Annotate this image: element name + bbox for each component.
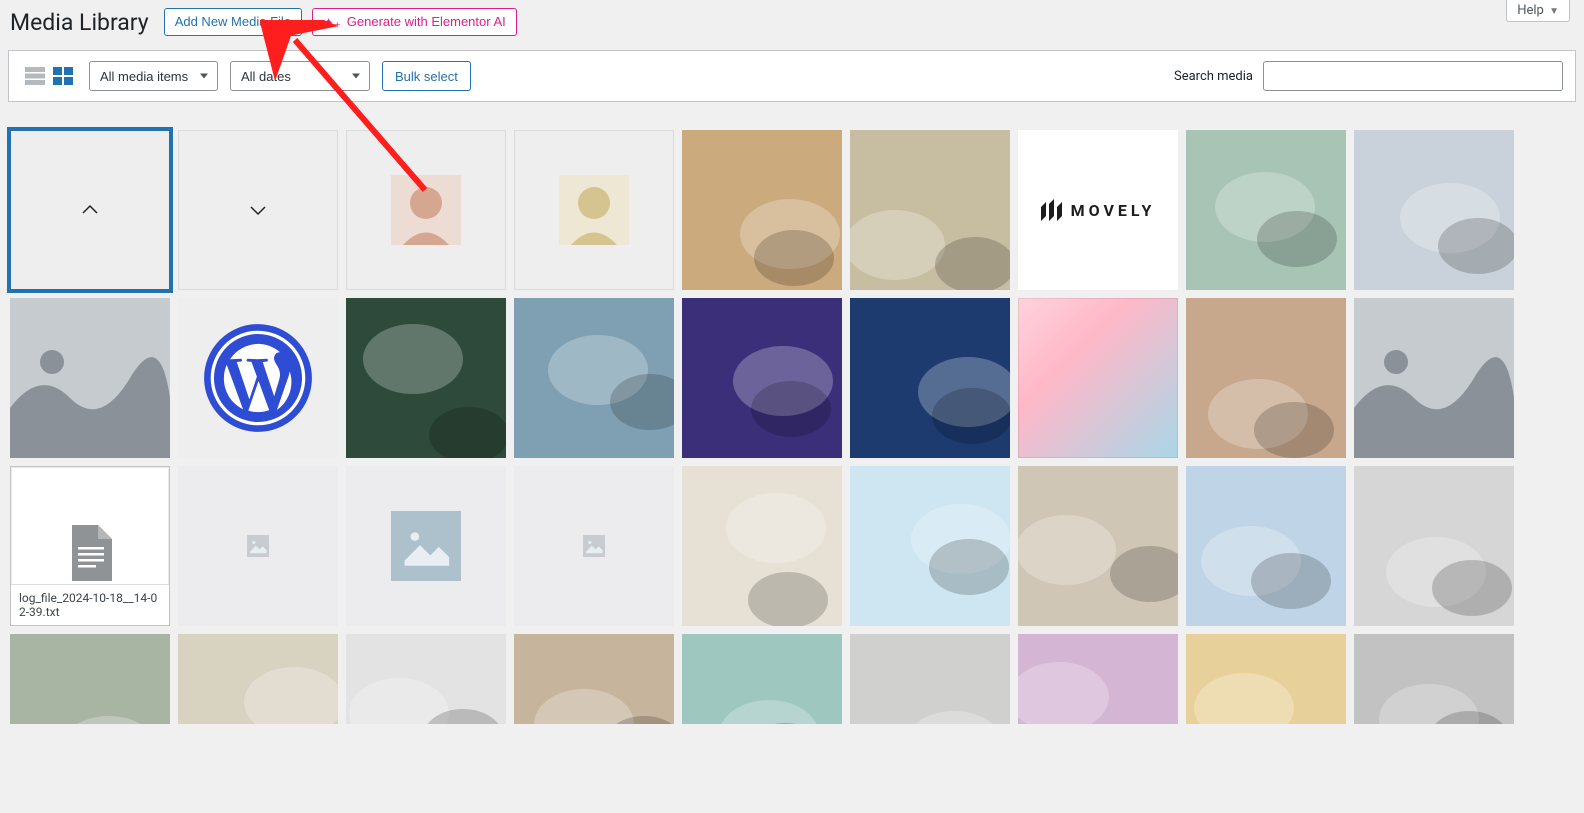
media-tile[interactable] bbox=[1018, 634, 1178, 724]
view-switcher bbox=[21, 64, 77, 88]
media-tile[interactable] bbox=[682, 130, 842, 290]
media-tile[interactable] bbox=[178, 130, 338, 290]
media-tile[interactable] bbox=[850, 298, 1010, 458]
media-tile[interactable] bbox=[682, 298, 842, 458]
media-tile[interactable] bbox=[10, 130, 170, 290]
generate-ai-button[interactable]: ✦₊ Generate with Elementor AI bbox=[312, 8, 517, 36]
help-tab[interactable]: Help ▼ bbox=[1506, 0, 1570, 22]
list-icon bbox=[25, 67, 45, 85]
media-tile[interactable] bbox=[1186, 634, 1346, 724]
grid-view-button[interactable] bbox=[49, 64, 77, 88]
media-tile[interactable] bbox=[514, 634, 674, 724]
media-tile[interactable] bbox=[346, 634, 506, 724]
page-title: Media Library bbox=[10, 9, 149, 36]
media-tile[interactable] bbox=[346, 298, 506, 458]
media-tile[interactable] bbox=[514, 298, 674, 458]
media-tile[interactable] bbox=[10, 298, 170, 458]
media-tile[interactable] bbox=[1018, 466, 1178, 626]
sparkle-icon: ✦₊ bbox=[323, 16, 341, 29]
help-label: Help bbox=[1517, 3, 1544, 18]
file-name-label: log_file_2024-10-18__14-02-39.txt bbox=[11, 584, 169, 625]
chevron-down-icon: ▼ bbox=[1549, 6, 1559, 17]
media-type-filter[interactable]: All media items bbox=[89, 61, 218, 91]
media-tile[interactable] bbox=[1186, 130, 1346, 290]
media-tile[interactable] bbox=[10, 634, 170, 724]
media-tile[interactable] bbox=[178, 466, 338, 626]
date-select[interactable]: All dates bbox=[230, 61, 370, 91]
media-tile[interactable]: MOVELY bbox=[1018, 130, 1178, 290]
page-header: Media Library Add New Media File ✦₊ Gene… bbox=[0, 0, 1584, 50]
media-tile[interactable] bbox=[178, 298, 338, 458]
media-tile[interactable] bbox=[346, 466, 506, 626]
media-tile[interactable] bbox=[1354, 298, 1514, 458]
media-tile[interactable] bbox=[682, 634, 842, 724]
grid-icon bbox=[53, 67, 73, 85]
date-filter[interactable]: All dates bbox=[230, 61, 370, 91]
media-tile[interactable] bbox=[1354, 634, 1514, 724]
add-new-media-button[interactable]: Add New Media File bbox=[164, 8, 302, 36]
media-tile[interactable] bbox=[850, 130, 1010, 290]
media-tile[interactable] bbox=[1186, 466, 1346, 626]
search-input[interactable] bbox=[1263, 61, 1563, 91]
media-tile[interactable] bbox=[514, 466, 674, 626]
search-label: Search media bbox=[1174, 69, 1253, 84]
media-tile[interactable] bbox=[682, 466, 842, 626]
media-tile[interactable] bbox=[1354, 466, 1514, 626]
bulk-select-button[interactable]: Bulk select bbox=[382, 61, 471, 91]
media-tile[interactable] bbox=[850, 634, 1010, 724]
search-wrap: Search media bbox=[1174, 61, 1563, 91]
media-tile[interactable] bbox=[178, 634, 338, 724]
media-tile[interactable] bbox=[1018, 298, 1178, 458]
media-toolbar: All media items All dates Bulk select Se… bbox=[8, 50, 1576, 102]
media-tile[interactable] bbox=[1354, 130, 1514, 290]
media-tile[interactable] bbox=[514, 130, 674, 290]
media-grid: MOVELY bbox=[0, 102, 1584, 732]
list-view-button[interactable] bbox=[21, 64, 49, 88]
media-tile-file[interactable]: log_file_2024-10-18__14-02-39.txt bbox=[10, 466, 170, 626]
media-tile[interactable] bbox=[346, 130, 506, 290]
media-tile[interactable] bbox=[1186, 298, 1346, 458]
generate-ai-label: Generate with Elementor AI bbox=[347, 13, 506, 31]
media-tile[interactable] bbox=[850, 466, 1010, 626]
media-type-select[interactable]: All media items bbox=[89, 61, 218, 91]
